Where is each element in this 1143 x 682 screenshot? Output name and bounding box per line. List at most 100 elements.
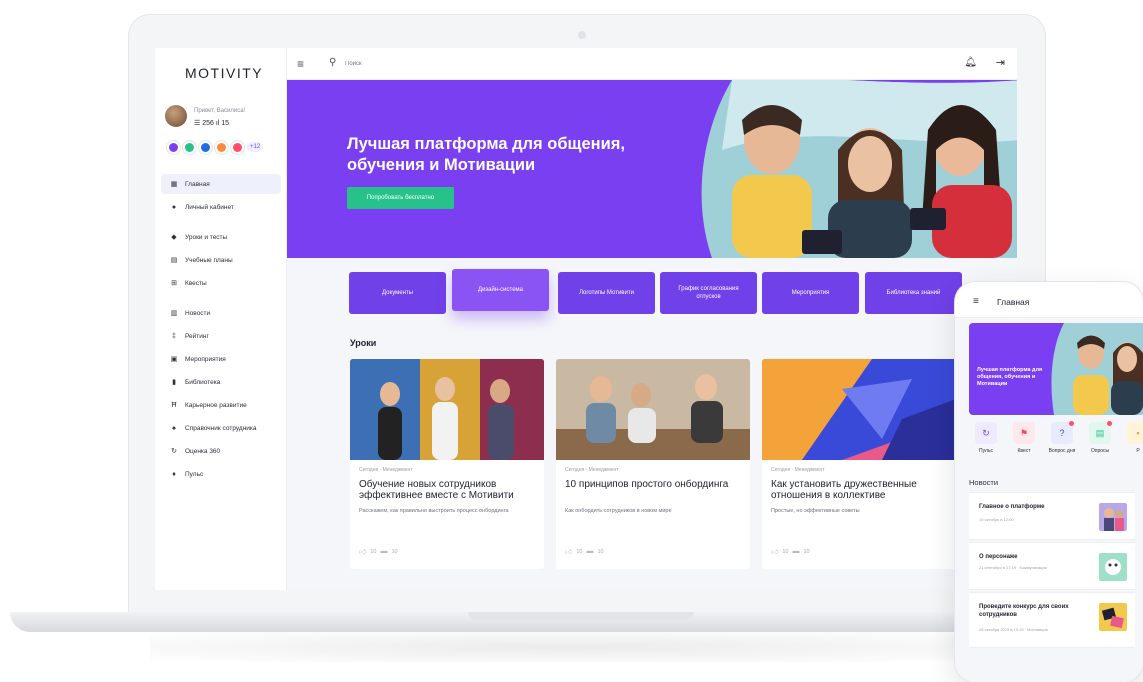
badge-icon[interactable]: [167, 140, 180, 154]
sidebar-item-label: Главная: [185, 180, 210, 188]
more-badges-count[interactable]: +12: [247, 142, 264, 152]
user-icon: ●: [171, 203, 177, 211]
sidebar-item-label: Карьерное развитие: [185, 401, 247, 409]
lesson-meta: Сегодня · Менеджмент: [771, 467, 825, 473]
sidebar-item-360[interactable]: ↻ Оценка 360: [161, 441, 281, 461]
sidebar-item-rating[interactable]: ‡ Рейтинг: [161, 326, 281, 346]
logout-icon[interactable]: ⇥: [996, 56, 1005, 69]
sidebar-item-label: Уроки и тесты: [185, 233, 228, 241]
sidebar-item-profile[interactable]: ● Личный кабинет: [161, 197, 281, 217]
like-icon[interactable]: 👍︎: [359, 547, 366, 556]
quick-action-label: Р: [1136, 448, 1140, 454]
sidebar-item-directory[interactable]: ♠ Справочник сотрудника: [161, 418, 281, 438]
hero-banner: Лучшая платформа для общения, обучения и…: [287, 80, 1017, 258]
lesson-meta: Сегодня · Менеджмент: [359, 467, 413, 473]
search-input[interactable]: [345, 57, 545, 71]
badge-icon[interactable]: [215, 140, 228, 154]
sidebar-item-quests[interactable]: ⊞ Квесты: [161, 273, 281, 293]
sidebar-item-plans[interactable]: ▤ Учебные планы: [161, 250, 281, 270]
badge-icon[interactable]: [231, 140, 244, 154]
app-logo[interactable]: MOTIVITY: [185, 65, 263, 81]
mockup-stage: MOTIVITY Привет, Василиса! ☰ 256 ıl 15 +…: [0, 0, 1143, 682]
like-icon[interactable]: 👍︎: [771, 547, 778, 556]
comment-icon[interactable]: ▬: [586, 548, 593, 555]
sidebar-item-events[interactable]: ▣ Мероприятия: [161, 349, 281, 369]
like-icon[interactable]: 👍︎: [565, 547, 572, 556]
lesson-description: Расскажем, как правильно выстроить проце…: [359, 508, 509, 514]
phone-news-item[interactable]: Главное о платформе 10 октября в 12:00: [969, 492, 1135, 540]
calendar-icon: ▣: [170, 356, 178, 363]
sidebar-item-label: Квесты: [185, 279, 207, 287]
achievement-badges[interactable]: +12: [167, 140, 264, 154]
news-meta: 26 октября 2019 в 10:19 · Мотивация: [979, 627, 1048, 632]
category-button[interactable]: Дизайн-система: [452, 269, 549, 311]
phone-news-item[interactable]: Проведите конкурс для своих сотрудников …: [969, 592, 1135, 648]
category-button[interactable]: Мероприятия: [762, 272, 859, 314]
news-thumbnail: [1099, 503, 1127, 531]
sidebar-item-label: Справочник сотрудника: [185, 424, 257, 432]
sidebar-item-news[interactable]: ▥ Новости: [161, 303, 281, 323]
sidebar-item-career[interactable]: Ħ Карьерное развитие: [161, 395, 281, 415]
quick-action-question[interactable]: ? Вопрос дня: [1045, 421, 1079, 454]
lesson-card[interactable]: Сегодня · Менеджмент 10 принципов просто…: [556, 359, 750, 569]
newspaper-icon: ▥: [170, 310, 178, 317]
category-button[interactable]: Документы: [349, 272, 446, 314]
try-free-button[interactable]: Попробовать бесплатно: [347, 187, 454, 209]
sidebar-item-pulse[interactable]: ♦ Пульс: [161, 464, 281, 484]
sidebar-item-label: Новости: [185, 309, 211, 317]
sidebar-item-label: Рейтинг: [185, 332, 209, 340]
phone-quick-actions: ↻ Пульс ⚑ Квест ? Вопрос дня ▤ Опросы ▪ …: [969, 421, 1143, 460]
quick-action-label: Вопрос дня: [1048, 448, 1076, 454]
comment-count: 10: [597, 548, 604, 555]
lesson-footer: 👍︎ 10 ▬ 10: [565, 547, 604, 556]
quick-action-polls[interactable]: ▤ Опросы: [1083, 421, 1117, 454]
lesson-card[interactable]: Сегодня · Менеджмент Обучение новых сотр…: [350, 359, 544, 569]
phone-news-item[interactable]: О персонаже 21 сентября в 17:19 · Коммун…: [969, 542, 1135, 590]
category-buttons: Документы Дизайн-система Логотипы Мотивити…: [349, 269, 962, 316]
lesson-description: Как онбордить сотрудников в новом мире: [565, 508, 672, 514]
user-profile[interactable]: Привет, Василиса! ☰ 256 ıl 15: [165, 105, 283, 135]
library-icon: ▮: [172, 379, 176, 386]
laptop-camera: [578, 31, 586, 39]
pulse-icon: ♦: [172, 470, 176, 478]
hamburger-menu-icon[interactable]: ≡: [297, 57, 304, 71]
lesson-card[interactable]: Сегодня · Менеджмент Как установить друж…: [762, 359, 956, 569]
quick-action-pulse[interactable]: ↻ Пульс: [969, 422, 1003, 454]
avatar[interactable]: [165, 105, 187, 127]
sidebar-item-home[interactable]: ▦ Главная: [161, 174, 281, 194]
home-icon: ▦: [170, 181, 178, 188]
sidebar-item-label: Мероприятия: [185, 355, 226, 363]
sidebar-item-label: Библиотека: [185, 378, 221, 386]
sidebar: MOTIVITY Привет, Василиса! ☰ 256 ıl 15 +…: [155, 48, 287, 590]
comment-icon[interactable]: ▬: [380, 548, 387, 555]
lessons-section-title: Уроки: [350, 338, 377, 348]
poll-icon: ▤: [1089, 421, 1112, 444]
quick-action-quest[interactable]: ⚑ Квест: [1007, 422, 1041, 454]
phone-hero-banner[interactable]: Лучшая платформа для общения, обучения и…: [969, 323, 1143, 415]
greeting-text: Привет, Василиса!: [194, 108, 246, 114]
category-button[interactable]: График согласования отпусков: [660, 272, 757, 314]
lesson-title[interactable]: Как установить дружественные отношения в…: [771, 479, 951, 501]
category-button[interactable]: Библиотека знаний: [865, 272, 962, 314]
pulse-icon: ↻: [975, 422, 997, 444]
quick-action-label: Опросы: [1090, 448, 1110, 454]
hamburger-menu-icon[interactable]: ≡: [973, 296, 979, 307]
lesson-title[interactable]: Обучение новых сотрудников эффективнее в…: [359, 479, 539, 501]
sidebar-item-library[interactable]: ▮ Библиотека: [161, 372, 281, 392]
user-stats: ☰ 256 ıl 15: [194, 120, 230, 127]
topbar: ≡ ⚲ 🔔︎ ⇥: [287, 48, 1017, 80]
badge-icon[interactable]: [183, 140, 196, 154]
phone-mockup: ≡ Главная Лучшая платформа для общения, …: [955, 282, 1143, 682]
sidebar-item-lessons[interactable]: ◆ Уроки и тесты: [161, 227, 281, 247]
bell-icon[interactable]: 🔔︎: [964, 57, 977, 68]
lesson-footer: 👍︎ 10 ▬ 10: [771, 547, 810, 556]
search-icon[interactable]: ⚲: [329, 57, 336, 68]
lesson-title[interactable]: 10 принципов простого онбординга: [565, 479, 745, 490]
news-title: Главное о платформе: [979, 504, 1045, 510]
lesson-description: Простые, но эффективные советы: [771, 508, 860, 514]
comment-icon[interactable]: ▬: [792, 548, 799, 555]
quick-action-more[interactable]: ▪ Р: [1121, 422, 1143, 454]
category-button[interactable]: Логотипы Мотивити: [558, 272, 655, 314]
sidebar-item-label: Учебные планы: [185, 256, 233, 264]
badge-icon[interactable]: [199, 140, 212, 154]
